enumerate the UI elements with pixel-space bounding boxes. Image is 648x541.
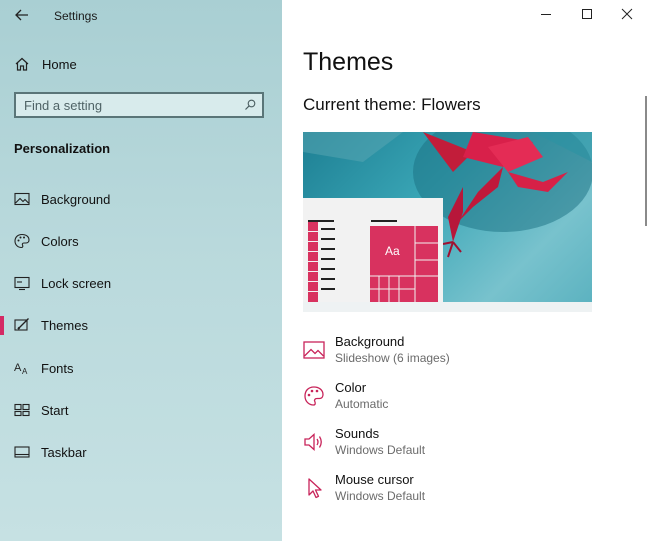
sidebar-item-home[interactable]: Home: [0, 52, 282, 78]
sidebar: Settings Home Personalization Background…: [0, 0, 282, 541]
speaker-icon: [304, 433, 322, 451]
theme-setting-color[interactable]: Color Automatic: [303, 380, 603, 420]
page-title: Themes: [303, 48, 394, 76]
app-title: Settings: [54, 9, 98, 23]
main-content: Themes Current theme: Flowers Aa Backgro…: [282, 0, 648, 541]
sidebar-item-label: Fonts: [41, 361, 74, 376]
preview-taskbar: [303, 302, 592, 312]
preview-tile-text: Aa: [385, 244, 400, 258]
picture-icon: [303, 341, 325, 359]
search-icon[interactable]: [244, 99, 256, 111]
preview-window: Aa: [303, 198, 443, 302]
sidebar-item-label: Background: [41, 192, 111, 207]
scrollbar[interactable]: [645, 96, 647, 226]
sidebar-item-label: Colors: [41, 234, 79, 249]
sidebar-item-label: Themes: [41, 318, 88, 333]
lock-screen-icon: [14, 276, 30, 291]
home-icon: [15, 57, 29, 71]
svg-text:A: A: [22, 367, 28, 376]
svg-text:A: A: [14, 362, 22, 374]
sidebar-item-themes[interactable]: Themes: [0, 310, 282, 340]
taskbar-icon: [14, 446, 30, 458]
fonts-icon: A A: [14, 362, 28, 376]
palette-icon: [304, 386, 324, 406]
setting-name: Mouse cursor: [335, 472, 414, 487]
setting-name: Color: [335, 380, 367, 395]
setting-value: Windows Default: [335, 443, 426, 457]
preview-window-content: [308, 220, 438, 302]
sidebar-item-taskbar[interactable]: Taskbar: [0, 437, 282, 467]
setting-value: Windows Default: [335, 489, 426, 503]
setting-value: Automatic: [335, 397, 389, 411]
theme-setting-background[interactable]: Background Slideshow (6 images): [303, 334, 603, 374]
sidebar-item-fonts[interactable]: A A Fonts: [0, 353, 282, 383]
sidebar-item-label: Taskbar: [41, 445, 87, 460]
theme-setting-sounds[interactable]: Sounds Windows Default: [303, 426, 603, 466]
home-label: Home: [42, 57, 77, 72]
sidebar-item-lock-screen[interactable]: Lock screen: [0, 268, 282, 298]
sidebar-item-label: Lock screen: [41, 276, 112, 291]
palette-icon: [14, 233, 30, 249]
picture-icon: [14, 192, 30, 206]
theme-preview: Aa: [303, 132, 592, 312]
section-title: Personalization: [14, 141, 111, 156]
themes-icon: [14, 318, 29, 331]
maximize-icon[interactable]: [579, 6, 595, 22]
cursor-icon: [308, 478, 322, 499]
sidebar-item-colors[interactable]: Colors: [0, 226, 282, 256]
setting-value: Slideshow (6 images): [335, 351, 450, 365]
search-box[interactable]: [14, 92, 264, 118]
sidebar-item-label: Start: [41, 403, 69, 418]
back-arrow-icon[interactable]: [14, 7, 30, 23]
current-theme-label: Current theme: Flowers: [303, 95, 481, 114]
setting-name: Background: [335, 334, 405, 349]
search-input[interactable]: [24, 97, 224, 113]
active-indicator: [0, 316, 4, 335]
sidebar-item-background[interactable]: Background: [0, 184, 282, 214]
theme-setting-mouse-cursor[interactable]: Mouse cursor Windows Default: [303, 472, 603, 512]
start-icon: [14, 403, 30, 417]
setting-name: Sounds: [335, 426, 380, 441]
close-icon[interactable]: [619, 6, 635, 22]
sidebar-item-start[interactable]: Start: [0, 395, 282, 425]
minimize-icon[interactable]: [538, 6, 554, 22]
